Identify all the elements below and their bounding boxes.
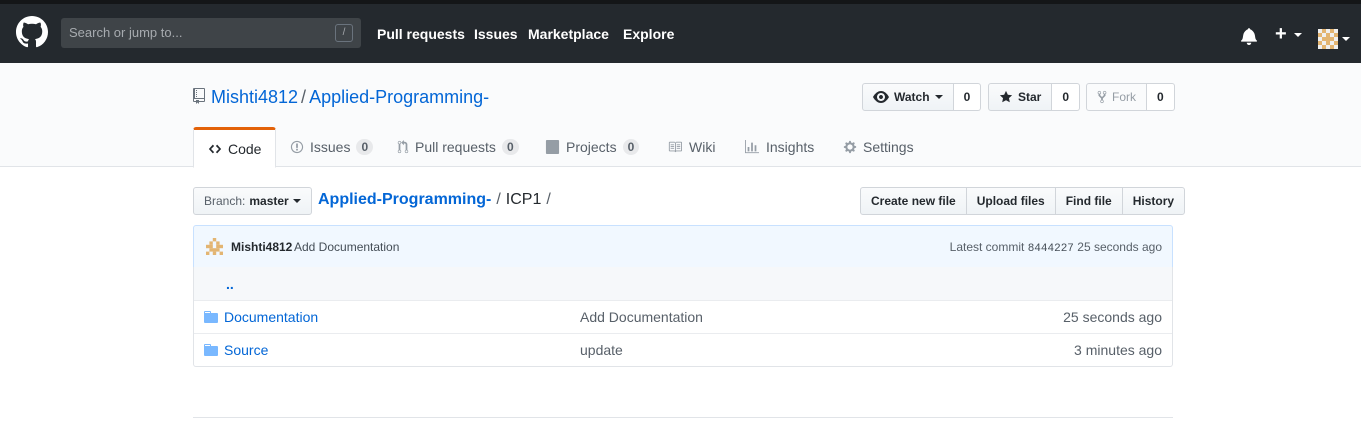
file-name-link[interactable]: Documentation — [224, 309, 318, 325]
parent-directory-link[interactable]: .. — [226, 276, 234, 292]
watch-label: Watch — [894, 90, 930, 104]
create-new-file-button[interactable]: Create new file — [860, 187, 967, 215]
table-row: Source update 3 minutes ago — [194, 333, 1172, 366]
commit-author-link[interactable]: Mishti4812 — [231, 240, 292, 254]
nav-pull-requests[interactable]: Pull requests — [377, 26, 465, 42]
watch-button[interactable]: Watch — [862, 83, 954, 111]
tab-code[interactable]: Code — [193, 127, 277, 168]
repo-name-link[interactable]: Applied-Programming- — [309, 87, 489, 107]
create-new-plus-icon[interactable]: + — [1275, 24, 1287, 44]
star-button-group: Star 0 — [988, 83, 1081, 111]
star-label: Star — [1018, 90, 1042, 104]
commit-message-link[interactable]: Add Documentation — [294, 240, 399, 254]
branch-name: master — [249, 194, 289, 208]
search-input[interactable]: Search or jump to... / — [61, 18, 361, 48]
commit-age: 25 seconds ago — [1077, 240, 1162, 254]
watch-button-group: Watch 0 — [862, 83, 982, 111]
tab-wiki[interactable]: Wiki — [667, 127, 715, 167]
branch-caret-icon — [292, 199, 301, 203]
book-icon — [668, 141, 682, 153]
file-actions-group: Create new file Upload files Find file H… — [860, 187, 1186, 215]
github-logo-icon[interactable] — [16, 16, 48, 48]
fork-label: Fork — [1112, 90, 1136, 104]
file-age: 25 seconds ago — [1063, 309, 1162, 325]
eye-icon — [873, 91, 889, 103]
file-commit-message-link[interactable]: Add Documentation — [580, 309, 703, 325]
table-row: Documentation Add Documentation 25 secon… — [194, 300, 1172, 333]
tab-projects[interactable]: Projects 0 — [545, 127, 640, 167]
star-icon — [999, 90, 1013, 103]
search-shortcut-key: / — [335, 24, 353, 42]
file-name-link[interactable]: Source — [224, 342, 268, 358]
latest-commit-bar: Mishti4812 Add Documentation Latest comm… — [193, 225, 1173, 268]
notifications-bell-icon[interactable] — [1241, 27, 1257, 45]
folder-icon — [204, 311, 218, 323]
repo-title-separator: / — [301, 87, 307, 107]
star-count[interactable]: 0 — [1052, 83, 1081, 111]
commit-meta: Latest commit 8444227 25 seconds ago — [950, 240, 1162, 255]
project-icon — [545, 140, 560, 154]
fork-button[interactable]: Fork — [1086, 83, 1147, 111]
watch-count[interactable]: 0 — [953, 83, 982, 111]
code-icon — [208, 144, 222, 153]
nav-issues[interactable]: Issues — [474, 26, 518, 42]
tab-pull-requests-count: 0 — [501, 139, 519, 155]
breadcrumb-root-link[interactable]: Applied-Programming- — [318, 191, 491, 208]
find-file-button[interactable]: Find file — [1054, 187, 1123, 215]
upload-files-button[interactable]: Upload files — [965, 187, 1056, 215]
branch-select-button[interactable]: Branch: master — [193, 187, 312, 215]
tab-projects-count: 0 — [622, 139, 640, 155]
nav-marketplace[interactable]: Marketplace — [528, 26, 609, 42]
footer-divider — [193, 417, 1173, 418]
file-commit-message-link[interactable]: update — [580, 342, 623, 358]
repository-header: Mishti4812/Applied-Programming- Watch 0 … — [0, 63, 1361, 168]
breadcrumb: Applied-Programming- / ICP1/ — [318, 191, 556, 209]
latest-commit-label: Latest commit — [949, 240, 1025, 254]
search-placeholder: Search or jump to... — [69, 25, 183, 40]
file-age: 3 minutes ago — [1074, 342, 1162, 358]
top-header: Search or jump to... / Pull requests Iss… — [0, 0, 1361, 63]
tab-issues-count: 0 — [356, 139, 374, 155]
graph-icon — [745, 140, 759, 154]
watch-caret-icon — [934, 95, 943, 99]
user-menu-caret-icon[interactable] — [1342, 37, 1350, 41]
tab-pull-requests[interactable]: Pull requests 0 — [397, 127, 519, 167]
file-list: .. Documentation Add Documentation 25 se… — [193, 267, 1173, 367]
nav-explore[interactable]: Explore — [623, 26, 674, 42]
tab-insights-label: Insights — [766, 139, 815, 155]
folder-icon — [204, 344, 218, 356]
tab-pull-requests-label: Pull requests — [415, 139, 496, 155]
fork-count[interactable]: 0 — [1147, 83, 1175, 111]
commit-author-avatar[interactable] — [206, 238, 223, 255]
tab-insights[interactable]: Insights — [744, 127, 814, 167]
breadcrumb-current-dir: ICP1 — [505, 191, 542, 208]
fork-button-group: Fork 0 — [1086, 83, 1175, 111]
commit-sha-link[interactable]: 8444227 — [1028, 243, 1074, 255]
create-dropdown-caret-icon[interactable] — [1294, 33, 1302, 37]
repo-icon — [193, 88, 205, 104]
tab-settings[interactable]: Settings — [843, 127, 914, 167]
breadcrumb-separator: / — [496, 191, 501, 208]
tab-issues-label: Issues — [310, 139, 351, 155]
tab-wiki-label: Wiki — [689, 139, 716, 155]
tab-issues[interactable]: Issues 0 — [290, 127, 374, 167]
gear-icon — [843, 140, 857, 154]
tab-settings-label: Settings — [863, 139, 914, 155]
tab-code-label: Code — [228, 140, 262, 157]
tab-projects-label: Projects — [566, 139, 617, 155]
branch-prefix: Branch: — [204, 194, 246, 208]
history-button[interactable]: History — [1121, 187, 1186, 215]
issue-icon — [290, 140, 304, 154]
star-button[interactable]: Star — [988, 83, 1053, 111]
repo-owner-link[interactable]: Mishti4812 — [211, 87, 298, 107]
pull-request-icon — [397, 140, 409, 154]
breadcrumb-trailing-separator: / — [546, 191, 551, 208]
repo-title: Mishti4812/Applied-Programming- — [193, 87, 489, 108]
parent-directory-row[interactable]: .. — [194, 267, 1172, 300]
fork-icon — [1097, 90, 1107, 104]
user-avatar[interactable] — [1318, 29, 1338, 49]
